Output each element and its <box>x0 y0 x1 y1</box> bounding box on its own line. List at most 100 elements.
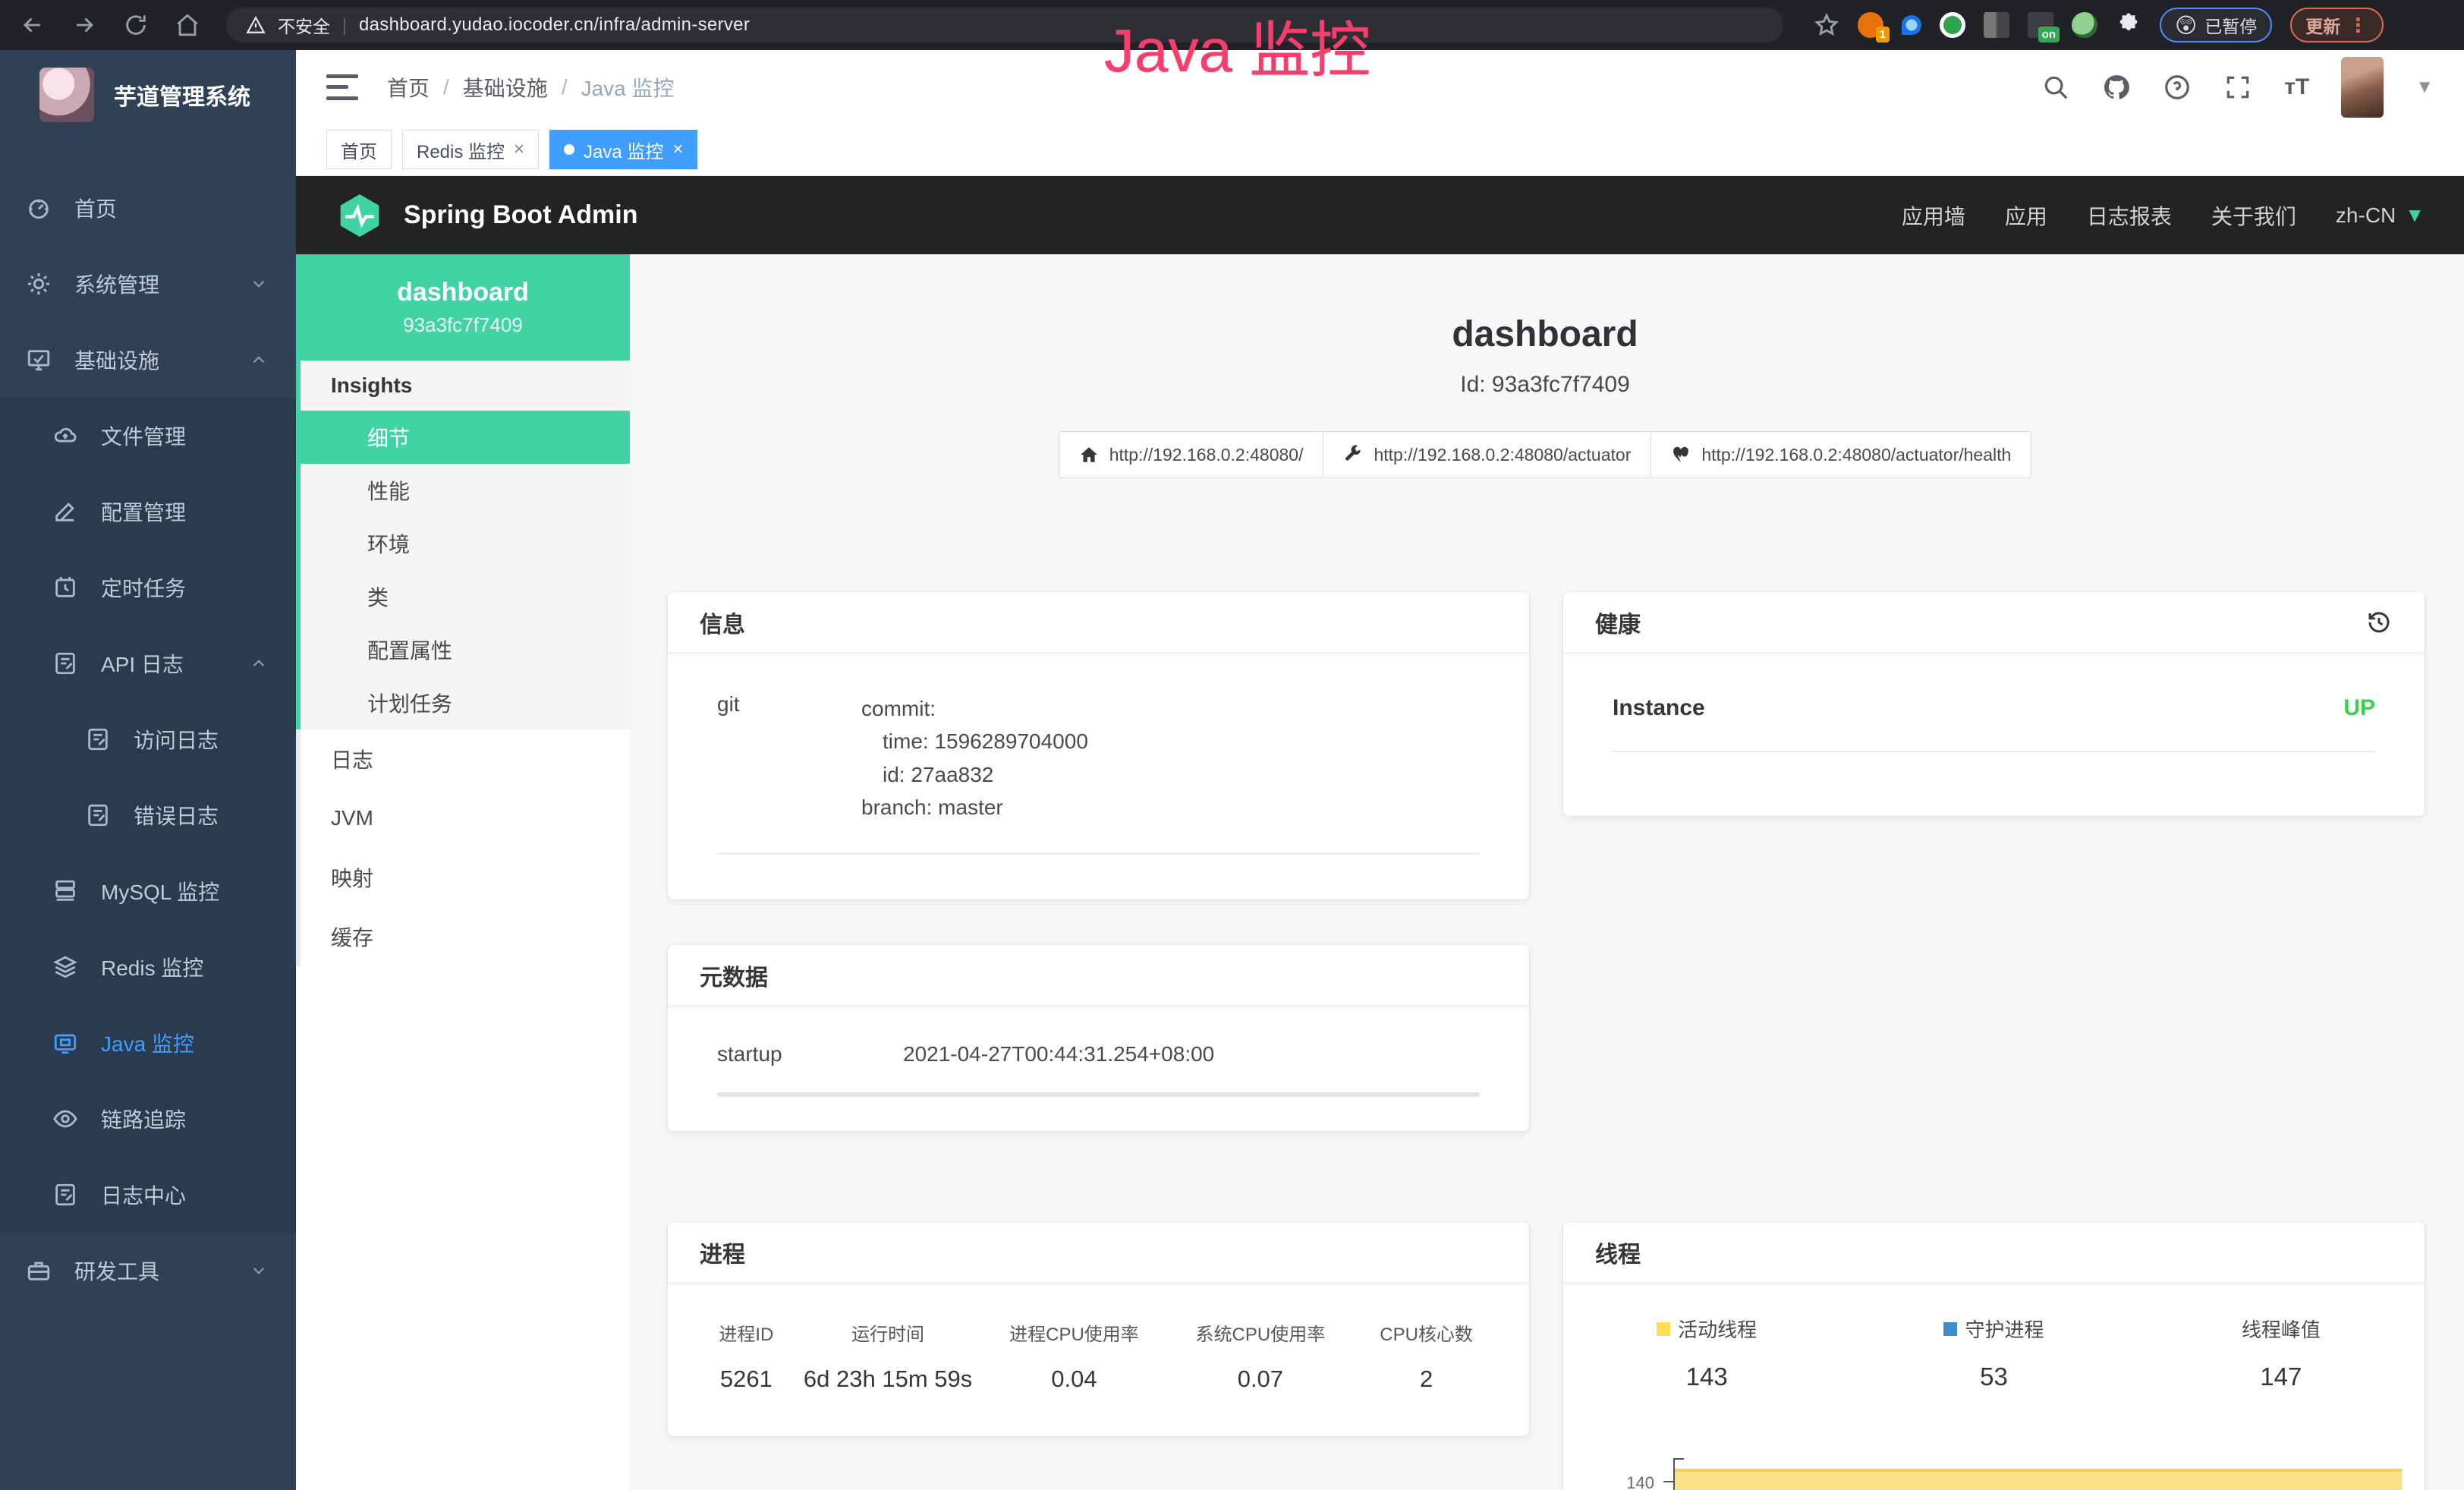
process-header-row: 进程ID 运行时间 进程CPU使用率 系统CPU使用率 CPU核心数 <box>694 1319 1503 1346</box>
reload-icon[interactable] <box>123 12 149 38</box>
tab-home[interactable]: 首页 <box>326 130 392 169</box>
forward-icon[interactable] <box>71 12 97 38</box>
security-label[interactable]: 不安全 <box>278 12 330 38</box>
tab-redis-monitor[interactable]: Redis 监控 × <box>402 130 539 169</box>
topbar: 首页 / 基础设施 / Java 监控 тT ▼ <box>296 50 2464 124</box>
nav-applications-wall[interactable]: 应用墙 <box>1902 200 1965 231</box>
home-nav-icon[interactable] <box>175 12 200 38</box>
history-icon[interactable] <box>2365 609 2393 636</box>
pid-value: 5261 <box>694 1366 799 1393</box>
user-avatar[interactable] <box>2341 57 2384 118</box>
spring-boot-admin-logo[interactable] <box>335 191 384 240</box>
sidebar-item-infrastructure[interactable]: 基础设施 <box>0 322 296 398</box>
sidebar-item-caches[interactable]: 缓存 <box>301 907 630 966</box>
url-text[interactable]: dashboard.yudao.iocoder.cn/infra/admin-s… <box>359 14 750 36</box>
extension-pin-icon[interactable] <box>1902 15 1921 35</box>
service-url-button[interactable]: http://192.168.0.2:48080/ <box>1059 431 1324 478</box>
extension-magnifier-icon[interactable] <box>2072 12 2097 38</box>
sidebar-item-jvm[interactable]: JVM <box>301 789 630 848</box>
legend-swatch-blue <box>1943 1322 1957 1336</box>
sidebar-item-system-mgmt[interactable]: 系统管理 <box>0 246 296 322</box>
sidebar-item-config-mgmt[interactable]: 配置管理 <box>0 474 296 550</box>
chrome-update-button[interactable]: 更新 ⋮ <box>2290 8 2384 43</box>
sidebar-item-logs[interactable]: 日志 <box>301 729 630 789</box>
sidebar-item-mappings[interactable]: 映射 <box>301 848 630 907</box>
github-icon[interactable] <box>2102 73 2131 102</box>
breadcrumb-current: Java 监控 <box>581 72 675 102</box>
sidebar-item-file-mgmt[interactable]: 文件管理 <box>0 398 296 474</box>
info-key: git <box>717 692 861 824</box>
back-icon[interactable] <box>20 12 46 38</box>
sidebar-item-config-props[interactable]: 配置属性 <box>301 623 630 676</box>
breadcrumb-infrastructure[interactable]: 基础设施 <box>463 72 548 102</box>
bookmark-star-icon[interactable] <box>1814 12 1839 38</box>
sidebar-item-classes[interactable]: 类 <box>301 570 630 623</box>
metadata-card: 元数据 startup 2021-04-27T00:44:31.254+08:0… <box>668 945 1529 1131</box>
sidebar-item-mysql-monitor[interactable]: MySQL 监控 <box>0 853 296 929</box>
sidebar-item-metrics[interactable]: 性能 <box>301 464 630 517</box>
omnibox-separator: | <box>342 15 347 36</box>
extension-switch-icon[interactable]: on <box>2028 12 2053 38</box>
sidebar-item-dev-tools[interactable]: 研发工具 <box>0 1233 296 1309</box>
sidebar-item-redis-monitor[interactable]: Redis 监控 <box>0 929 296 1005</box>
admin-menu: 首页 系统管理 基础设施 文件管理 配置管理 定时任务 <box>0 140 296 1309</box>
sidebar-item-tracing[interactable]: 链路追踪 <box>0 1081 296 1157</box>
legend-label: 活动线程 <box>1678 1315 1757 1343</box>
sidebar-item-environment[interactable]: 环境 <box>301 517 630 570</box>
sidebar-item-label: 定时任务 <box>101 572 186 603</box>
metadata-card-body: startup 2021-04-27T00:44:31.254+08:00 <box>668 1006 1529 1097</box>
tab-java-monitor[interactable]: Java 监控 × <box>549 130 697 169</box>
help-icon[interactable] <box>2163 73 2192 102</box>
nav-about[interactable]: 关于我们 <box>2211 200 2296 231</box>
font-size-icon[interactable]: тT <box>2284 74 2309 100</box>
close-icon[interactable]: × <box>514 139 524 160</box>
breadcrumb-home[interactable]: 首页 <box>387 72 430 102</box>
extension-badge: 1 <box>1876 27 1890 43</box>
brand-title[interactable]: Spring Boot Admin <box>404 200 637 230</box>
extension-grid-icon[interactable] <box>1984 12 2009 38</box>
sidebar-item-scheduled-jobs[interactable]: 定时任务 <box>0 550 296 625</box>
app-logo-row[interactable]: 芋道管理系统 <box>0 50 296 140</box>
sidebar-item-error-logs[interactable]: 错误日志 <box>0 777 296 853</box>
sidebar-item-scheduled-tasks[interactable]: 计划任务 <box>301 676 630 729</box>
health-row[interactable]: Instance UP <box>1613 695 2375 752</box>
instance-id: 93a3fc7f7409 <box>403 313 523 337</box>
col-header-process-cpu: 进程CPU使用率 <box>977 1319 1171 1346</box>
search-icon[interactable] <box>2041 73 2070 102</box>
legend-live-threads: 活动线程 143 <box>1563 1315 1850 1391</box>
fullscreen-icon[interactable] <box>2223 73 2252 102</box>
live-threads-area <box>1675 1469 2402 1490</box>
infrastructure-submenu: 文件管理 配置管理 定时任务 API 日志 访问日志 错误日志 <box>0 398 296 1233</box>
extensions-puzzle-icon[interactable] <box>2116 12 2141 38</box>
sidebar-item-java-monitor[interactable]: Java 监控 <box>0 1005 296 1081</box>
nav-applications[interactable]: 应用 <box>2005 200 2047 231</box>
legend-label: 守护进程 <box>1965 1315 2044 1343</box>
address-bar[interactable]: 不安全 | dashboard.yudao.iocoder.cn/infra/a… <box>226 8 1783 43</box>
extension-colorzilla-icon[interactable]: 1 <box>1858 12 1883 38</box>
sidebar-item-details[interactable]: 细节 <box>301 411 630 464</box>
language-selector[interactable]: zh-CN ▼ <box>2336 203 2425 228</box>
tampermonkey-paused-pill[interactable]: 😲 已暂停 <box>2160 8 2272 43</box>
actuator-url-button[interactable]: http://192.168.0.2:48080/actuator <box>1323 431 1651 478</box>
git-time-line: time: 1596289704000 <box>861 725 1088 758</box>
sidebar-item-log-center[interactable]: 日志中心 <box>0 1157 296 1233</box>
extension-y-circle-icon[interactable] <box>1940 12 1965 38</box>
close-icon[interactable]: × <box>672 139 683 160</box>
live-threads-value: 143 <box>1563 1362 1850 1391</box>
nav-journal[interactable]: 日志报表 <box>2087 200 2172 231</box>
col-header-pid: 进程ID <box>694 1319 799 1346</box>
sidebar-item-label: 基础设施 <box>74 345 159 375</box>
instance-header[interactable]: dashboard 93a3fc7f7409 <box>296 254 630 361</box>
heartbeat-icon <box>1671 445 1691 465</box>
sidebar-item-home[interactable]: 首页 <box>0 170 296 246</box>
spring-boot-admin-navbar: Spring Boot Admin 应用墙 应用 日志报表 关于我们 zh-CN… <box>296 176 2464 254</box>
sidebar-item-api-logs[interactable]: API 日志 <box>0 625 296 701</box>
health-url-button[interactable]: http://192.168.0.2:48080/actuator/health <box>1651 431 2031 478</box>
browser-menu-icon[interactable]: ⋮ <box>2348 14 2368 37</box>
metadata-card-header: 元数据 <box>668 945 1529 1006</box>
sidebar-item-access-logs[interactable]: 访问日志 <box>0 701 296 777</box>
app-title: 芋道管理系统 <box>114 78 250 112</box>
caret-down-icon[interactable]: ▼ <box>2415 77 2434 98</box>
hamburger-icon[interactable] <box>326 74 358 100</box>
daemon-threads-value: 53 <box>1850 1362 2137 1391</box>
